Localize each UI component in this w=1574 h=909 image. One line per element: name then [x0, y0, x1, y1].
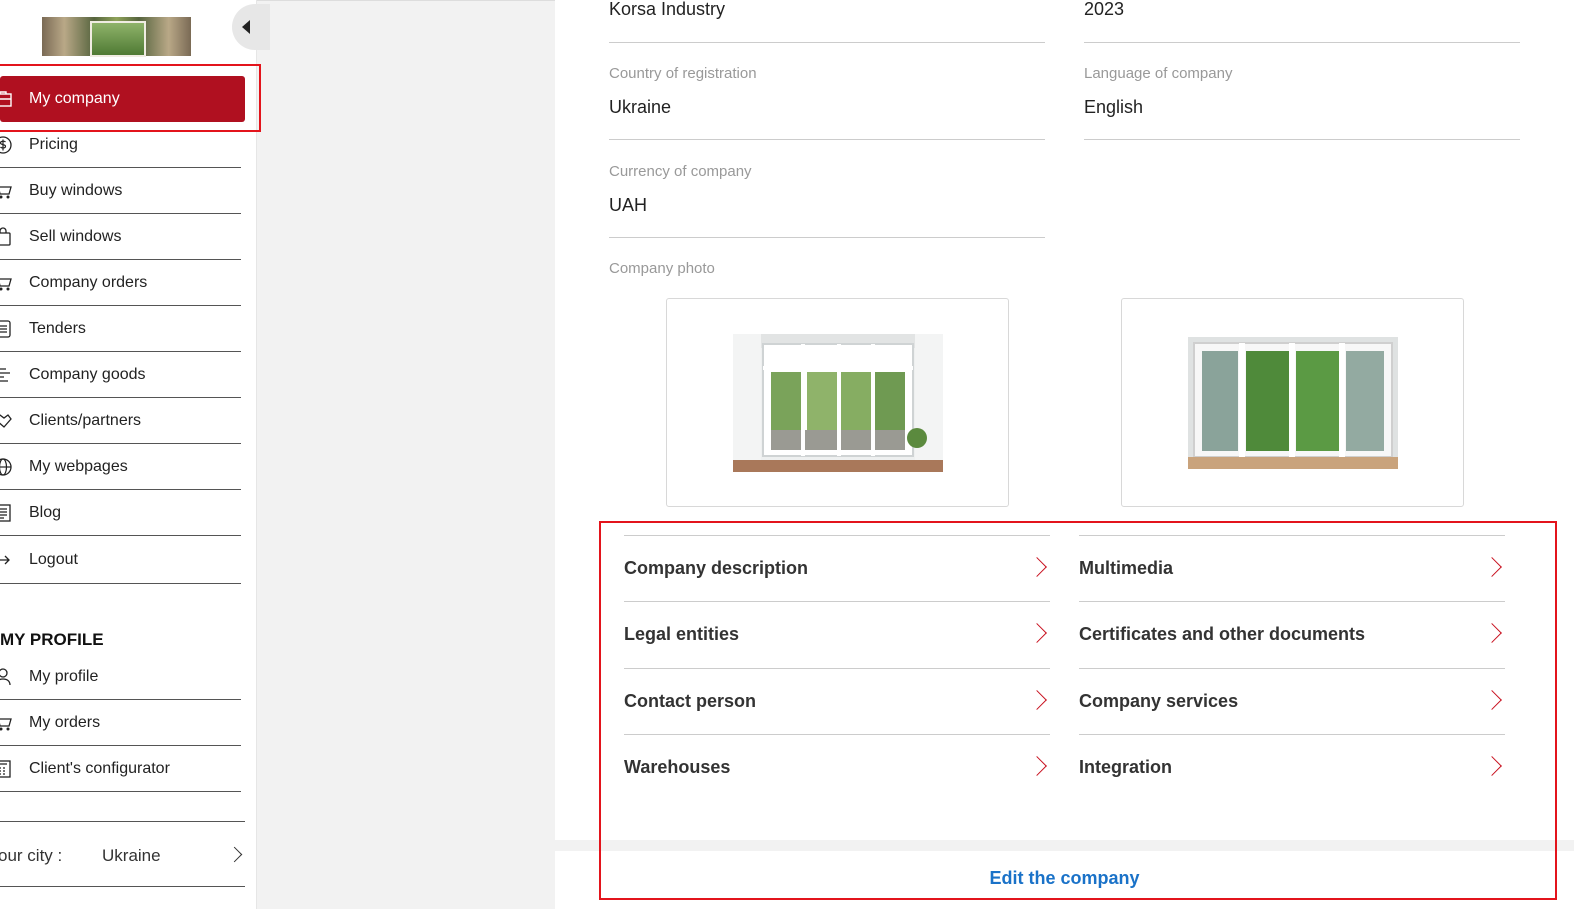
sidebar-item-label: My orders [29, 714, 101, 731]
user-icon [0, 668, 11, 686]
sidebar-item-logout[interactable]: Logout [0, 536, 245, 584]
sidebar-item-clients-partners[interactable]: Clients/partners [0, 398, 245, 444]
handshake-icon [0, 414, 12, 428]
list-icon [0, 320, 11, 338]
city-label: our city : [0, 846, 63, 865]
sidebar-item-label: My webpages [29, 458, 128, 475]
sidebar-item-label: My profile [29, 668, 99, 685]
sidebar-item-label: Buy windows [29, 182, 123, 199]
company-year-field: 2023 [1084, 0, 1520, 43]
highlight-my-company [0, 64, 261, 132]
sidebar-item-my-orders[interactable]: My orders [0, 700, 245, 746]
calculator-icon [0, 760, 11, 778]
company-name-value: Korsa Industry [609, 0, 726, 19]
sidebar-item-my-webpages[interactable]: My webpages [0, 444, 245, 490]
my-profile-heading: MY PROFILE [0, 630, 104, 649]
sidebar-item-label: Tenders [29, 320, 86, 337]
sidebar: My company Pricing Buy windows Sell wind… [0, 0, 270, 909]
company-name-field: Korsa Industry [609, 0, 1045, 43]
currency-field: Currency of company UAH [609, 140, 1045, 238]
language-label: Language of company [1084, 65, 1233, 82]
sidebar-item-label: Sell windows [29, 228, 122, 245]
sidebar-item-label: Company goods [29, 366, 146, 383]
globe-icon [0, 458, 12, 476]
sidebar-item-label: Clients/partners [29, 412, 142, 429]
caret-left-icon [242, 20, 250, 34]
city-value: Ukraine [102, 846, 161, 865]
country-value: Ukraine [609, 97, 672, 117]
window-photo-2 [1188, 337, 1398, 469]
bag-icon [0, 227, 11, 246]
sidebar-item-blog[interactable]: Blog [0, 490, 245, 536]
sidebar-item-label: Blog [29, 504, 62, 521]
sidebar-item-my-profile[interactable]: My profile [0, 654, 245, 700]
logout-icon [0, 555, 10, 565]
country-field: Country of registration Ukraine [609, 43, 1045, 140]
collapse-sidebar-button[interactable] [232, 4, 270, 50]
currency-value: UAH [609, 195, 648, 215]
list-icon [0, 368, 10, 382]
sidebar-item-label: Client's configurator [29, 760, 170, 777]
language-field: Language of company English [1084, 43, 1520, 140]
sidebar-item-label: Company orders [29, 274, 148, 291]
dollar-icon [0, 136, 12, 154]
sidebar-item-sell-windows[interactable]: Sell windows [0, 214, 245, 260]
document-icon [0, 504, 11, 522]
cart-icon [0, 278, 12, 291]
company-year-value: 2023 [1084, 0, 1125, 19]
currency-label: Currency of company [609, 163, 752, 180]
sidebar-item-company-orders[interactable]: Company orders [0, 260, 245, 306]
company-photo-2[interactable] [1121, 298, 1464, 507]
sidebar-menu: My company Pricing Buy windows Sell wind… [0, 76, 245, 584]
sidebar-item-company-goods[interactable]: Company goods [0, 352, 245, 398]
cart-icon [0, 718, 12, 731]
country-label: Country of registration [609, 65, 757, 82]
sidebar-item-tenders[interactable]: Tenders [0, 306, 245, 352]
company-photo-1[interactable] [666, 298, 1009, 507]
sidebar-item-label: Logout [29, 551, 78, 568]
cart-icon [0, 186, 12, 199]
sidebar-item-label: Pricing [29, 136, 78, 153]
city-selector[interactable]: our city : Ukraine [0, 821, 245, 887]
profile-menu: My profile My orders Client's configurat… [0, 654, 245, 792]
sidebar-item-clients-configurator[interactable]: Client's configurator [0, 746, 245, 792]
sidebar-item-buy-windows[interactable]: Buy windows [0, 168, 245, 214]
company-logo [42, 17, 191, 57]
window-photo-1 [733, 334, 943, 472]
highlight-sections [599, 521, 1557, 900]
language-value: English [1084, 97, 1144, 117]
company-photo-label: Company photo [609, 260, 715, 277]
chevron-right-icon [226, 846, 243, 863]
